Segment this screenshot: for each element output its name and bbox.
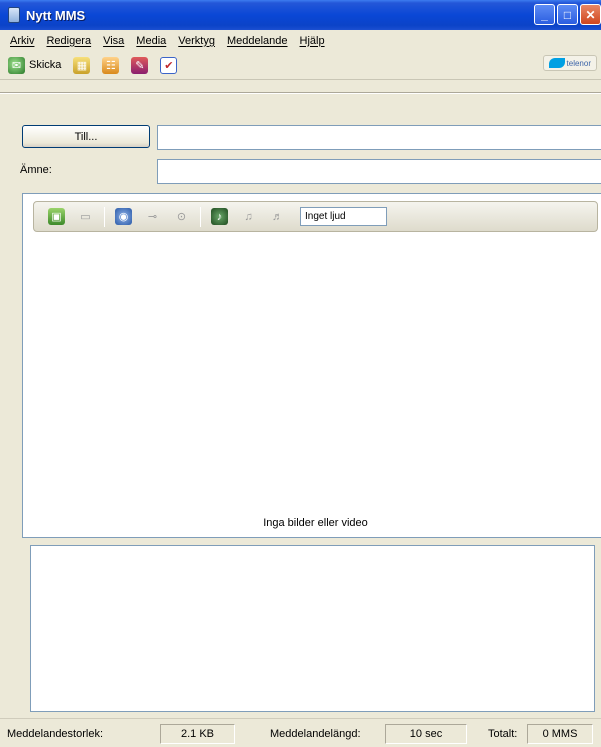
- toolbar-separator: [104, 206, 105, 227]
- spell-check-icon: ✎: [131, 56, 149, 74]
- send-icon: ✉: [8, 56, 25, 74]
- title-bar: Nytt MMS _ □ ✕: [0, 0, 601, 30]
- message-size-label: Meddelandestorlek:: [7, 728, 104, 740]
- check-icon: ✔: [160, 56, 178, 74]
- total-value: 0 MMS: [527, 724, 593, 744]
- mms-app-icon: [8, 7, 20, 23]
- remove-image-icon[interactable]: ▭: [77, 208, 94, 225]
- toolbar-divider: [0, 92, 601, 94]
- address-book-button[interactable]: ☷: [98, 54, 123, 76]
- maximize-button[interactable]: □: [557, 4, 578, 25]
- message-length-value: 10 sec: [385, 724, 467, 744]
- media-area[interactable]: [22, 193, 601, 538]
- send-button[interactable]: ✉ Skicka: [4, 54, 65, 76]
- check-names-button[interactable]: ✔: [156, 54, 181, 76]
- to-field[interactable]: [157, 125, 601, 150]
- sound-selection-field[interactable]: Inget ljud: [300, 207, 387, 226]
- no-media-text: Inga bilder eller video: [263, 517, 368, 529]
- menu-media[interactable]: Media: [130, 35, 172, 47]
- menu-verktyg[interactable]: Verktyg: [172, 35, 221, 47]
- remove-video-icon[interactable]: ⊸: [144, 208, 161, 225]
- insert-image-icon[interactable]: ▣: [48, 208, 65, 225]
- remove-sound-icon[interactable]: ♫: [240, 208, 257, 225]
- minimize-button[interactable]: _: [534, 4, 555, 25]
- menu-bar: Arkiv Redigera Visa Media Verktyg Meddel…: [0, 30, 601, 51]
- image-icon: ▦: [73, 56, 91, 74]
- window-title: Nytt MMS: [26, 7, 86, 23]
- message-text-area[interactable]: [30, 545, 595, 712]
- insert-sound-icon[interactable]: ♪: [211, 208, 228, 225]
- message-size-value: 2.1 KB: [160, 724, 235, 744]
- spell-check-button[interactable]: ✎: [127, 54, 152, 76]
- menu-arkiv[interactable]: Arkiv: [4, 35, 40, 47]
- menu-redigera[interactable]: Redigera: [40, 35, 97, 47]
- message-length-label: Meddelandelängd:: [270, 728, 361, 740]
- insert-video-icon[interactable]: ◉: [115, 208, 132, 225]
- telenor-logo: telenor: [542, 55, 597, 71]
- menu-visa[interactable]: Visa: [97, 35, 130, 47]
- status-bar: Meddelandestorlek: 2.1 KB Meddelandeläng…: [0, 718, 601, 747]
- video-options-icon[interactable]: ⊙: [173, 208, 190, 225]
- total-label: Totalt:: [488, 728, 518, 740]
- to-button[interactable]: Till...: [22, 125, 150, 148]
- subject-field[interactable]: [157, 159, 601, 184]
- close-button[interactable]: ✕: [580, 4, 601, 25]
- subject-label: Ämne:: [20, 164, 52, 176]
- attach-image-button[interactable]: ▦: [69, 54, 94, 76]
- menu-hjalp[interactable]: Hjälp: [294, 35, 331, 47]
- main-toolbar: ✉ Skicka ▦ ☷ ✎ ✔: [0, 51, 601, 80]
- menu-meddelande[interactable]: Meddelande: [221, 35, 294, 47]
- address-book-icon: ☷: [102, 56, 120, 74]
- telenor-logo-text: telenor: [566, 58, 591, 68]
- send-label: Skicka: [29, 59, 62, 71]
- toolbar-separator: [200, 206, 201, 227]
- media-toolbar: ▣ ▭ ◉ ⊸ ⊙ ♪ ♫ ♬ Inget ljud: [33, 201, 598, 232]
- telenor-mark-icon: [548, 58, 565, 68]
- sound-options-icon[interactable]: ♬: [269, 208, 286, 225]
